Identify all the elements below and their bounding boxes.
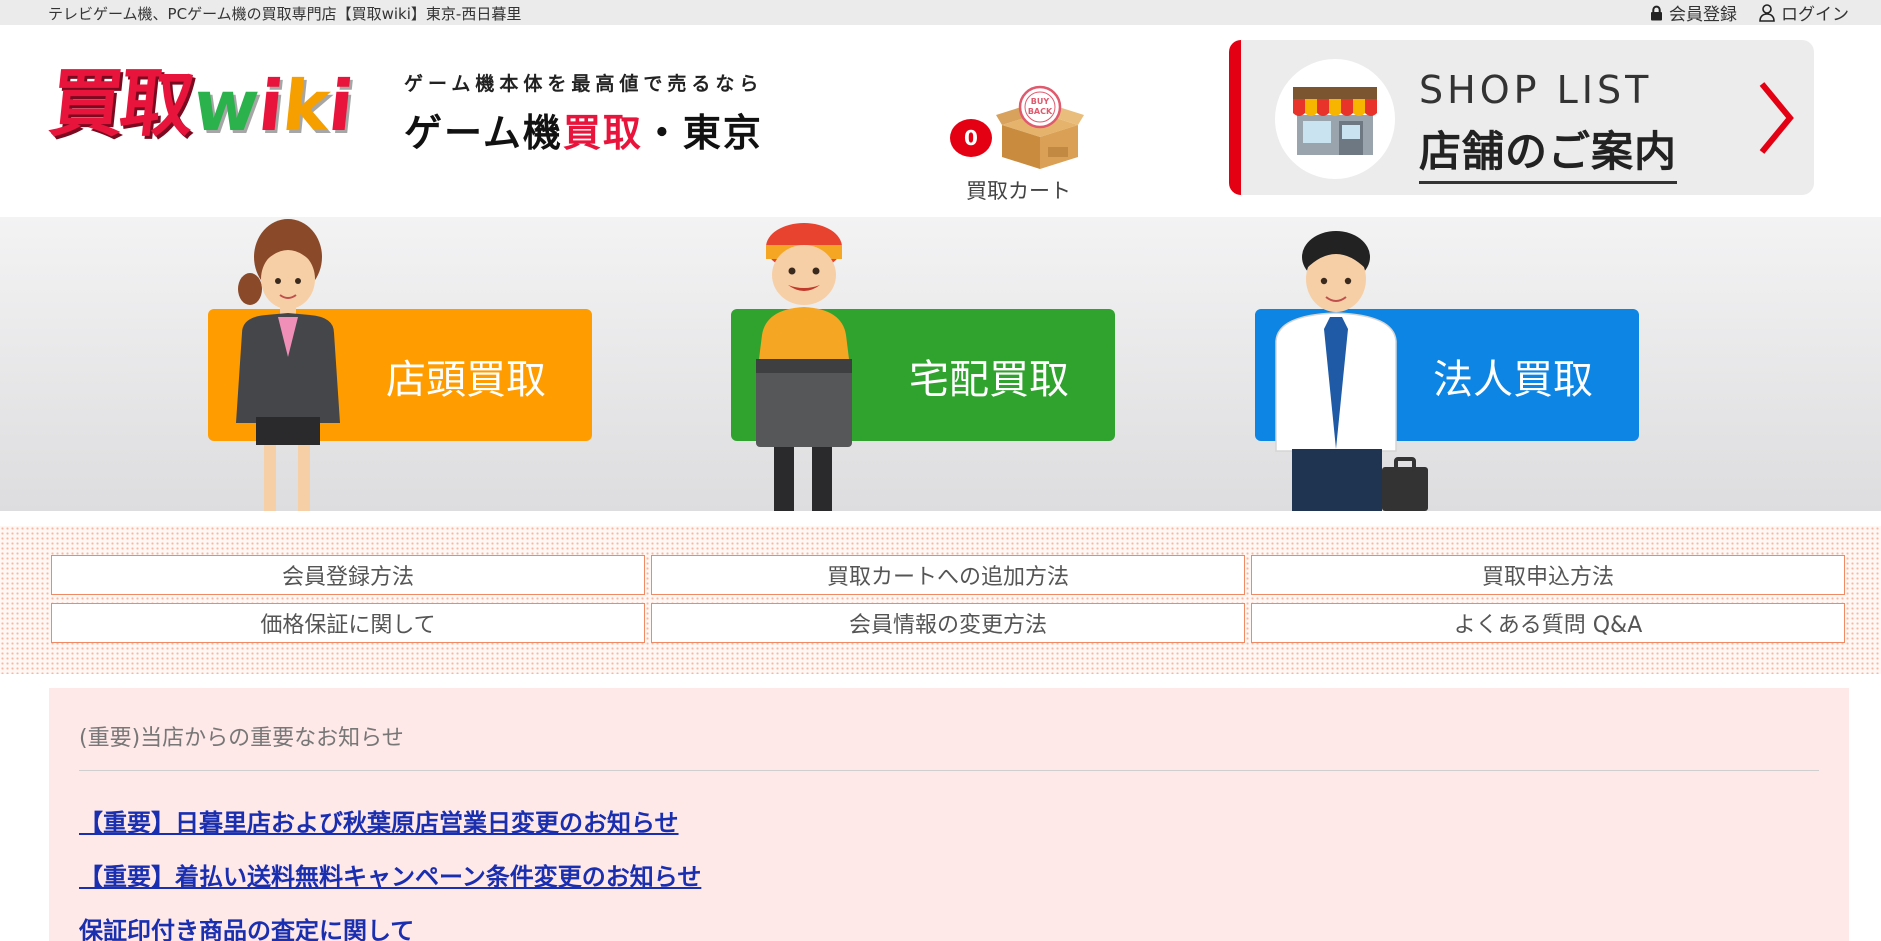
catch-main-prefix: ゲーム機	[404, 111, 563, 155]
catch-main: ゲーム機買取・東京	[404, 102, 763, 157]
buyback-cart[interactable]: BUY BACK 0 買取カート	[950, 57, 1090, 203]
guide-section: 会員登録方法 買取カートへの追加方法 買取申込方法 価格保証に関して 会員情報の…	[0, 526, 1881, 674]
logo-wiki: w i k i	[190, 65, 358, 147]
delivery-buyback-label: 宅配買取	[909, 357, 1069, 403]
shop-icon-circle	[1275, 59, 1395, 179]
stamp-text-back: BACK	[1028, 107, 1053, 116]
login-link[interactable]: ログイン	[1759, 0, 1849, 25]
register-link[interactable]: 会員登録	[1650, 0, 1737, 25]
user-icon	[1759, 3, 1775, 22]
woman-staff-illustration	[236, 219, 340, 511]
guide-link-application[interactable]: 買取申込方法	[1251, 555, 1845, 595]
guide-link-registration[interactable]: 会員登録方法	[51, 555, 645, 595]
stamp-text-buy: BUY	[1031, 97, 1050, 106]
businessman-illustration	[1275, 231, 1428, 511]
cart-count-badge: 0	[950, 119, 992, 157]
logo-letter-k: k	[278, 65, 334, 147]
cardboard-box-icon: BUY BACK	[996, 85, 1084, 169]
guide-link-add-to-cart[interactable]: 買取カートへの追加方法	[651, 555, 1245, 595]
top-bar: テレビゲーム機、PCゲーム機の買取専門店【買取wiki】東京-西日暮里 会員登録…	[0, 0, 1881, 25]
login-label: ログイン	[1781, 5, 1849, 25]
catch-main-suffix: ・東京	[642, 111, 763, 155]
corporate-buyback-label: 法人買取	[1433, 357, 1593, 403]
lock-icon	[1651, 5, 1662, 20]
notice-link-business-days[interactable]: 【重要】日暮里店および秋葉原店営業日変更のお知らせ	[79, 803, 679, 838]
logo-kaitori: 買取	[45, 61, 195, 147]
important-notice-panel: (重要)当店からの重要なお知らせ 【重要】日暮里店および秋葉原店営業日変更のお知…	[49, 688, 1849, 941]
notice-link-shipping-campaign[interactable]: 【重要】着払い送料無料キャンペーン条件変更のお知らせ	[79, 857, 701, 892]
guide-link-price-guarantee[interactable]: 価格保証に関して	[51, 603, 645, 643]
account-links: 会員登録 ログイン	[1650, 0, 1849, 25]
chevron-right-icon	[1759, 82, 1794, 154]
shop-list-en: SHOP LIST	[1419, 68, 1653, 112]
shop-list-jp: 店舗のご案内	[1419, 118, 1678, 184]
catch-sub: ゲーム機本体を最高値で売るなら	[404, 73, 764, 95]
site-logo[interactable]: 買取 w i k i	[45, 61, 358, 147]
notice-divider	[79, 770, 1819, 771]
logo-letter-w: w	[189, 65, 263, 147]
header-catchphrase: ゲーム機本体を最高値で売るなら ゲーム機買取・東京	[404, 69, 763, 157]
store-buyback-label: 店頭買取	[386, 357, 546, 403]
notice-heading: (重要)当店からの重要なお知らせ	[79, 726, 404, 751]
delivery-man-illustration	[756, 223, 852, 511]
hero-section: 店頭買取 宅配買取 法人買取	[0, 217, 1881, 511]
cart-label: 買取カート	[966, 179, 1071, 203]
storefront-icon	[1293, 87, 1377, 155]
site-header: 買取 w i k i ゲーム機本体を最高値で売るなら ゲーム機買取・東京 BUY…	[0, 25, 1881, 217]
catch-main-red: 買取	[562, 111, 643, 155]
register-label: 会員登録	[1669, 5, 1737, 25]
notice-link-warranty-seal[interactable]: 保証印付き商品の査定に関して	[79, 911, 414, 941]
guide-link-change-member-info[interactable]: 会員情報の変更方法	[651, 603, 1245, 643]
site-tagline: テレビゲーム機、PCゲーム機の買取専門店【買取wiki】東京-西日暮里	[48, 5, 522, 23]
guide-link-faq[interactable]: よくある質問 Q&A	[1251, 603, 1845, 643]
shop-list-banner[interactable]: SHOP LIST 店舗のご案内	[1229, 40, 1814, 195]
guide-links: 会員登録方法 買取カートへの追加方法 買取申込方法 価格保証に関して 会員情報の…	[51, 555, 1845, 643]
